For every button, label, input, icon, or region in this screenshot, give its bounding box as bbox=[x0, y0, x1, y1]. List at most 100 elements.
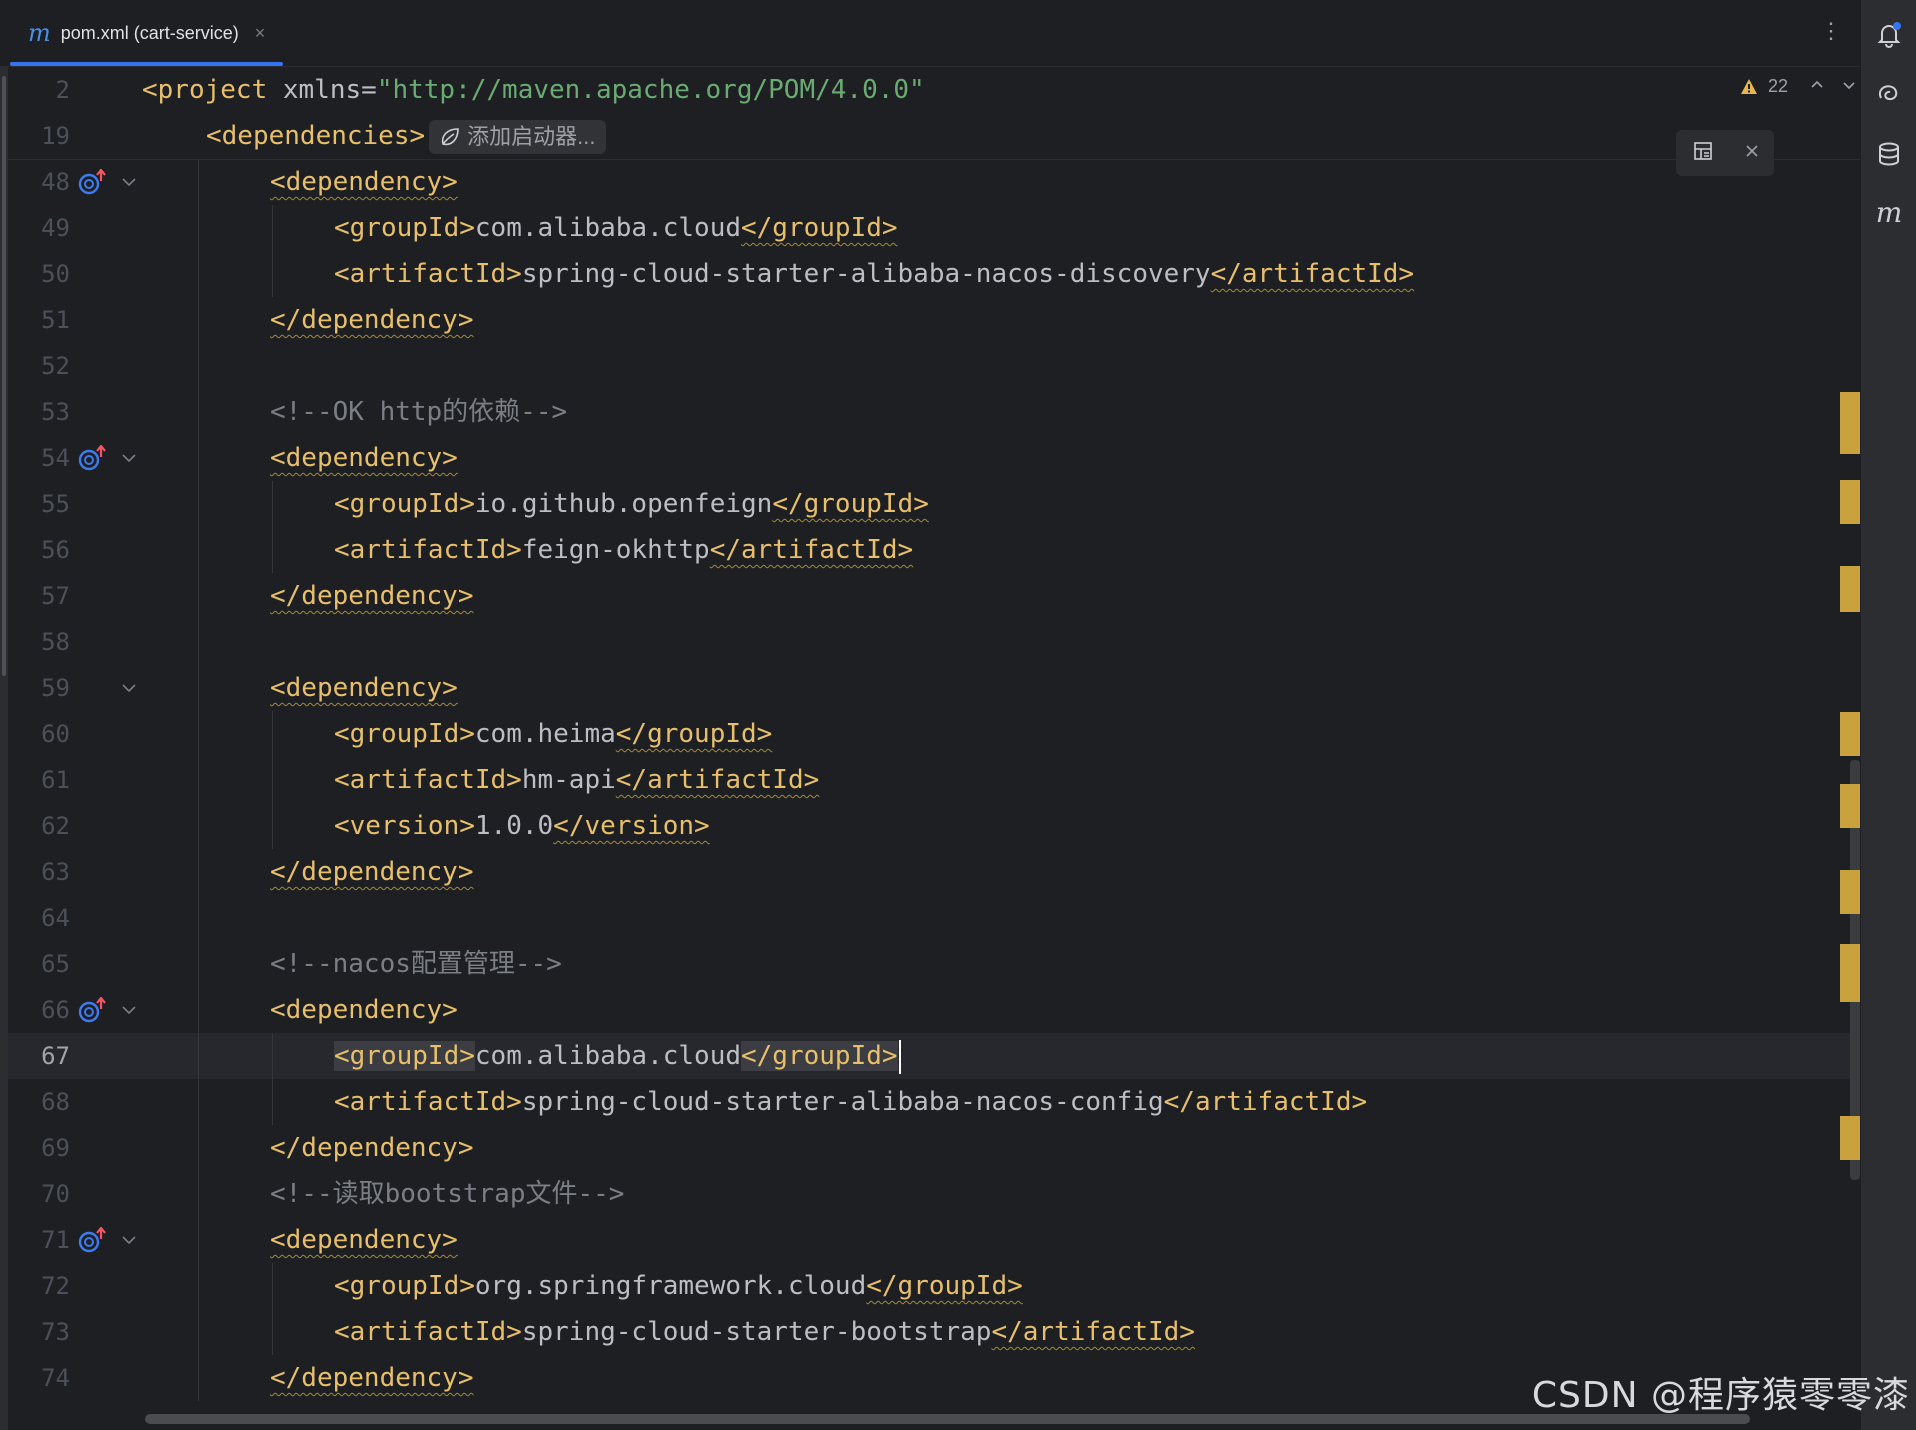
line-number[interactable]: 51 bbox=[8, 297, 70, 343]
close-toolbar-icon[interactable] bbox=[1745, 144, 1759, 163]
change-marker[interactable] bbox=[1840, 1116, 1860, 1160]
next-problem-icon[interactable] bbox=[1842, 76, 1856, 97]
line-number[interactable]: 53 bbox=[8, 389, 70, 435]
line-number[interactable]: 61 bbox=[8, 757, 70, 803]
line-number[interactable]: 68 bbox=[8, 1079, 70, 1125]
line-number[interactable]: 58 bbox=[8, 619, 70, 665]
problems-widget[interactable]: 22 bbox=[1740, 76, 1856, 97]
code-content[interactable]: <artifactId>feign-okhttp</artifactId> bbox=[334, 527, 913, 573]
code-content[interactable]: <groupId>com.alibaba.cloud</groupId> bbox=[334, 205, 898, 251]
code-content[interactable]: <!--OK http的依赖--> bbox=[270, 389, 567, 435]
code-content[interactable]: <!--读取bootstrap文件--> bbox=[270, 1171, 624, 1217]
change-marker[interactable] bbox=[1840, 480, 1860, 524]
change-marker[interactable] bbox=[1840, 870, 1860, 914]
code-content[interactable]: <dependency> bbox=[270, 159, 458, 205]
line-number[interactable]: 62 bbox=[8, 803, 70, 849]
tab-pom-xml[interactable]: m pom.xml (cart-service) × bbox=[10, 0, 284, 66]
code-content[interactable]: <groupId>org.springframework.cloud</grou… bbox=[334, 1263, 1023, 1309]
line-number[interactable]: 49 bbox=[8, 205, 70, 251]
code-line[interactable]: 57 </dependency> bbox=[8, 573, 1860, 619]
code-line[interactable]: 60 <groupId>com.heima</groupId> bbox=[8, 711, 1860, 757]
previous-problem-icon[interactable] bbox=[1810, 76, 1824, 97]
code-content[interactable]: <artifactId>spring-cloud-starter-alibaba… bbox=[334, 1079, 1367, 1125]
code-line[interactable]: 73 <artifactId>spring-cloud-starter-boots… bbox=[8, 1309, 1860, 1355]
code-content[interactable]: </dependency> bbox=[270, 849, 474, 895]
more-options-icon[interactable]: ⋮ bbox=[1820, 18, 1842, 44]
line-number[interactable]: 50 bbox=[8, 251, 70, 297]
code-line[interactable]: 63 </dependency> bbox=[8, 849, 1860, 895]
fold-chevron-icon[interactable] bbox=[122, 175, 136, 189]
code-content[interactable]: <dependency> bbox=[270, 987, 458, 1033]
line-number[interactable]: 55 bbox=[8, 481, 70, 527]
code-line[interactable]: 66 <dependency> bbox=[8, 987, 1860, 1033]
code-line[interactable]: 55 <groupId>io.github.openfeign</groupId> bbox=[8, 481, 1860, 527]
code-line[interactable]: 69 </dependency> bbox=[8, 1125, 1860, 1171]
code-line[interactable]: 54 <dependency> bbox=[8, 435, 1860, 481]
line-number[interactable]: 19 bbox=[8, 113, 70, 159]
code-content[interactable]: </dependency> bbox=[270, 297, 474, 343]
close-icon[interactable]: × bbox=[255, 23, 266, 44]
line-number[interactable]: 70 bbox=[8, 1171, 70, 1217]
code-content[interactable]: <dependency> bbox=[270, 1217, 458, 1263]
spring-dependency-gutter-icon[interactable] bbox=[78, 168, 108, 195]
line-number[interactable]: 73 bbox=[8, 1309, 70, 1355]
spring-dependency-gutter-icon[interactable] bbox=[78, 1226, 108, 1253]
notifications-icon[interactable] bbox=[1875, 20, 1903, 48]
code-line[interactable]: 58 bbox=[8, 619, 1860, 665]
maven-icon[interactable]: m bbox=[1875, 196, 1903, 229]
line-number[interactable]: 69 bbox=[8, 1125, 70, 1171]
code-content[interactable]: </dependency> bbox=[270, 573, 474, 619]
code-content[interactable]: <project xmlns="http://maven.apache.org/… bbox=[142, 67, 925, 113]
fold-chevron-icon[interactable] bbox=[122, 1233, 136, 1247]
change-marker[interactable] bbox=[1840, 944, 1860, 1002]
code-line[interactable]: 61 <artifactId>hm-api</artifactId> bbox=[8, 757, 1860, 803]
code-line[interactable]: 56 <artifactId>feign-okhttp</artifactId> bbox=[8, 527, 1860, 573]
code-line[interactable]: 64 bbox=[8, 895, 1860, 941]
fold-chevron-icon[interactable] bbox=[122, 451, 136, 465]
code-line[interactable]: 52 bbox=[8, 343, 1860, 389]
change-marker[interactable] bbox=[1840, 784, 1860, 828]
database-icon[interactable] bbox=[1875, 140, 1903, 168]
add-starters-inlay[interactable]: 添加启动器... bbox=[429, 119, 606, 154]
line-number[interactable]: 71 bbox=[8, 1217, 70, 1263]
line-number[interactable]: 66 bbox=[8, 987, 70, 1033]
line-number[interactable]: 2 bbox=[8, 67, 70, 113]
line-number[interactable]: 52 bbox=[8, 343, 70, 389]
line-number[interactable]: 63 bbox=[8, 849, 70, 895]
fold-chevron-icon[interactable] bbox=[122, 1003, 136, 1017]
line-number[interactable]: 57 bbox=[8, 573, 70, 619]
ai-assistant-icon[interactable] bbox=[1875, 80, 1903, 108]
line-number[interactable]: 72 bbox=[8, 1263, 70, 1309]
fold-chevron-icon[interactable] bbox=[122, 681, 136, 695]
code-content[interactable]: <dependency> bbox=[270, 665, 458, 711]
code-line[interactable]: 71 <dependency> bbox=[8, 1217, 1860, 1263]
reader-mode-icon[interactable] bbox=[1692, 140, 1714, 167]
line-number[interactable]: 64 bbox=[8, 895, 70, 941]
line-number[interactable]: 54 bbox=[8, 435, 70, 481]
left-scroll-thumb[interactable] bbox=[2, 76, 6, 676]
code-line[interactable]: 72 <groupId>org.springframework.cloud</gr… bbox=[8, 1263, 1860, 1309]
code-line[interactable]: 68 <artifactId>spring-cloud-starter-aliba… bbox=[8, 1079, 1860, 1125]
code-content[interactable]: <groupId>com.heima</groupId> bbox=[334, 711, 772, 757]
line-number[interactable]: 67 bbox=[8, 1033, 70, 1079]
line-number[interactable]: 59 bbox=[8, 665, 70, 711]
code-content[interactable]: <version>1.0.0</version> bbox=[334, 803, 710, 849]
code-line[interactable]: 48 <dependency> bbox=[8, 159, 1860, 205]
code-content[interactable]: </dependency> bbox=[270, 1125, 474, 1171]
code-line[interactable]: 51 </dependency> bbox=[8, 297, 1860, 343]
code-line[interactable]: 50 <artifactId>spring-cloud-starter-aliba… bbox=[8, 251, 1860, 297]
line-number[interactable]: 56 bbox=[8, 527, 70, 573]
code-line[interactable]: 59 <dependency> bbox=[8, 665, 1860, 711]
spring-dependency-gutter-icon[interactable] bbox=[78, 996, 108, 1023]
code-content[interactable]: <artifactId>spring-cloud-starter-alibaba… bbox=[334, 251, 1414, 297]
line-number[interactable]: 60 bbox=[8, 711, 70, 757]
code-content[interactable]: <artifactId>hm-api</artifactId> bbox=[334, 757, 819, 803]
code-line[interactable]: 62 <version>1.0.0</version> bbox=[8, 803, 1860, 849]
code-content[interactable]: <groupId>com.alibaba.cloud</groupId> bbox=[334, 1033, 901, 1079]
spring-dependency-gutter-icon[interactable] bbox=[78, 444, 108, 471]
change-marker[interactable] bbox=[1840, 712, 1860, 756]
code-content[interactable]: <!--nacos配置管理--> bbox=[270, 941, 562, 987]
line-number[interactable]: 74 bbox=[8, 1355, 70, 1401]
code-line[interactable]: 67 <groupId>com.alibaba.cloud</groupId> bbox=[8, 1033, 1860, 1079]
code-line[interactable]: 65 <!--nacos配置管理--> bbox=[8, 941, 1860, 987]
